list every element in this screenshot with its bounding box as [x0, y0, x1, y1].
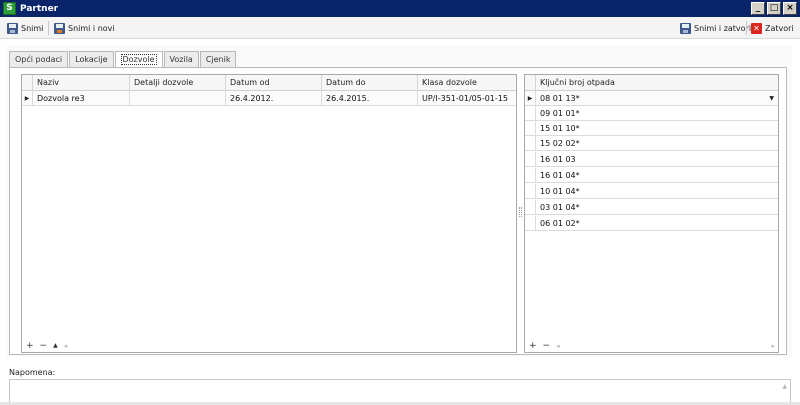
waste-codes-grid-navigator: + − ◂ ▸	[525, 339, 778, 352]
save-close-button-label: Snimi i zatvori	[694, 23, 752, 33]
save-button[interactable]: Snimi	[5, 20, 45, 36]
tab-permits[interactable]: Dozvole	[114, 51, 163, 68]
permits-grid[interactable]: Naziv Detalji dozvole Datum od Datum do …	[21, 74, 517, 353]
close-icon: ✕	[751, 22, 762, 34]
table-row[interactable]: ▶ Dozvola re3 26.4.2012. 26.4.2015. UP/I…	[22, 91, 516, 106]
list-item[interactable]: ▶ 08 01 13* ▼	[525, 91, 778, 106]
column-header-naziv[interactable]: Naziv	[33, 75, 130, 91]
tab-general[interactable]: Opći podaci	[9, 51, 69, 67]
column-header-datum-od[interactable]: Datum od	[226, 75, 322, 91]
floppy-disk-close-icon	[680, 22, 691, 34]
waste-codes-grid-header: Ključni broj otpada	[525, 75, 778, 91]
cell-datum-do[interactable]: 26.4.2015.	[322, 91, 418, 106]
column-header-klasa[interactable]: Klasa dozvole	[418, 75, 516, 91]
save-new-button[interactable]: Snimi i novi	[52, 20, 117, 36]
list-item[interactable]: 10 01 04*	[525, 184, 778, 199]
floppy-disk-new-icon	[54, 22, 65, 34]
floppy-disk-icon	[7, 22, 18, 34]
add-row-button[interactable]: +	[26, 341, 34, 351]
cell-naziv[interactable]: Dozvola re3	[33, 91, 130, 106]
maximize-button[interactable]: □	[767, 2, 781, 15]
permits-grid-navigator: + − ▲ ◂	[22, 339, 516, 352]
toolbar: Snimi Snimi i novi Snimi i zatvori ✕ Zat…	[0, 17, 800, 39]
close-button[interactable]: ✕ Zatvori	[749, 20, 796, 36]
toolbar-separator	[746, 21, 747, 35]
waste-code-cell[interactable]: 15 01 10*	[536, 121, 778, 136]
row-selector-header	[22, 75, 33, 91]
tab-locations[interactable]: Lokacije	[69, 51, 114, 67]
save-new-button-label: Snimi i novi	[68, 23, 115, 33]
tab-strip: Opći podaci Lokacije Dozvole Vozila Cjen…	[9, 51, 237, 68]
list-item[interactable]: 09 01 01*	[525, 106, 778, 121]
column-header-detalji[interactable]: Detalji dozvole	[130, 75, 226, 91]
row-selector-header	[525, 75, 536, 91]
remove-row-button[interactable]: −	[40, 341, 48, 351]
scroll-left-icon[interactable]: ◂	[556, 342, 560, 350]
waste-code-cell[interactable]: 03 01 04*	[536, 200, 778, 215]
window-title: Partner	[20, 3, 59, 14]
list-item[interactable]: 03 01 04*	[525, 200, 778, 215]
scroll-up-icon[interactable]: ▲	[782, 383, 787, 390]
remove-row-button[interactable]: −	[543, 341, 551, 351]
splitter-handle[interactable]	[519, 207, 522, 217]
list-item[interactable]: 06 01 02*	[525, 216, 778, 231]
waste-code-cell[interactable]: 06 01 02*	[536, 216, 778, 231]
note-label: Napomena:	[9, 368, 56, 377]
permits-grid-header: Naziv Detalji dozvole Datum od Datum do …	[22, 75, 516, 91]
waste-code-cell[interactable]: 10 01 04*	[536, 184, 778, 199]
waste-code-cell[interactable]: 09 01 01*	[536, 106, 778, 121]
list-item[interactable]: 16 01 03	[525, 152, 778, 167]
window-titlebar: S Partner _ □ ×	[0, 0, 800, 17]
toolbar-separator	[48, 21, 49, 35]
app-logo-icon: S	[3, 2, 16, 15]
cell-detalji[interactable]	[130, 91, 226, 106]
window-controls: _ □ ×	[751, 2, 797, 15]
waste-codes-grid[interactable]: Ključni broj otpada ▶ 08 01 13* ▼ 09 01 …	[524, 74, 779, 353]
waste-code-cell[interactable]: 15 02 02*	[536, 136, 778, 151]
list-item[interactable]: 15 01 10*	[525, 121, 778, 136]
minimize-button[interactable]: _	[751, 2, 765, 15]
column-header-kljucni-broj[interactable]: Ključni broj otpada	[536, 75, 778, 91]
tab-pricelist[interactable]: Cjenik	[199, 51, 237, 67]
add-row-button[interactable]: +	[529, 341, 537, 351]
save-button-label: Snimi	[21, 23, 44, 33]
move-up-button[interactable]: ▲	[53, 342, 58, 349]
column-header-datum-do[interactable]: Datum do	[322, 75, 418, 91]
list-item[interactable]: 15 02 02*	[525, 136, 778, 151]
window-close-button[interactable]: ×	[783, 2, 797, 15]
scroll-left-icon[interactable]: ◂	[64, 342, 68, 350]
close-button-label: Zatvori	[765, 23, 794, 33]
scroll-right-icon[interactable]: ▸	[771, 342, 775, 350]
row-pointer-icon: ▶	[22, 91, 33, 106]
tab-vehicles[interactable]: Vozila	[163, 51, 199, 67]
waste-code-cell[interactable]: 08 01 13*	[536, 91, 778, 106]
waste-code-cell[interactable]: 16 01 03	[536, 152, 778, 167]
list-item[interactable]: 16 01 04*	[525, 168, 778, 183]
row-pointer-icon: ▶	[525, 91, 536, 106]
cell-datum-od[interactable]: 26.4.2012.	[226, 91, 322, 106]
waste-code-cell[interactable]: 16 01 04*	[536, 168, 778, 183]
dropdown-arrow-icon[interactable]: ▼	[769, 91, 774, 106]
cell-klasa[interactable]: UP/I-351-01/05-01-15	[418, 91, 516, 106]
save-close-button[interactable]: Snimi i zatvori	[678, 20, 753, 36]
